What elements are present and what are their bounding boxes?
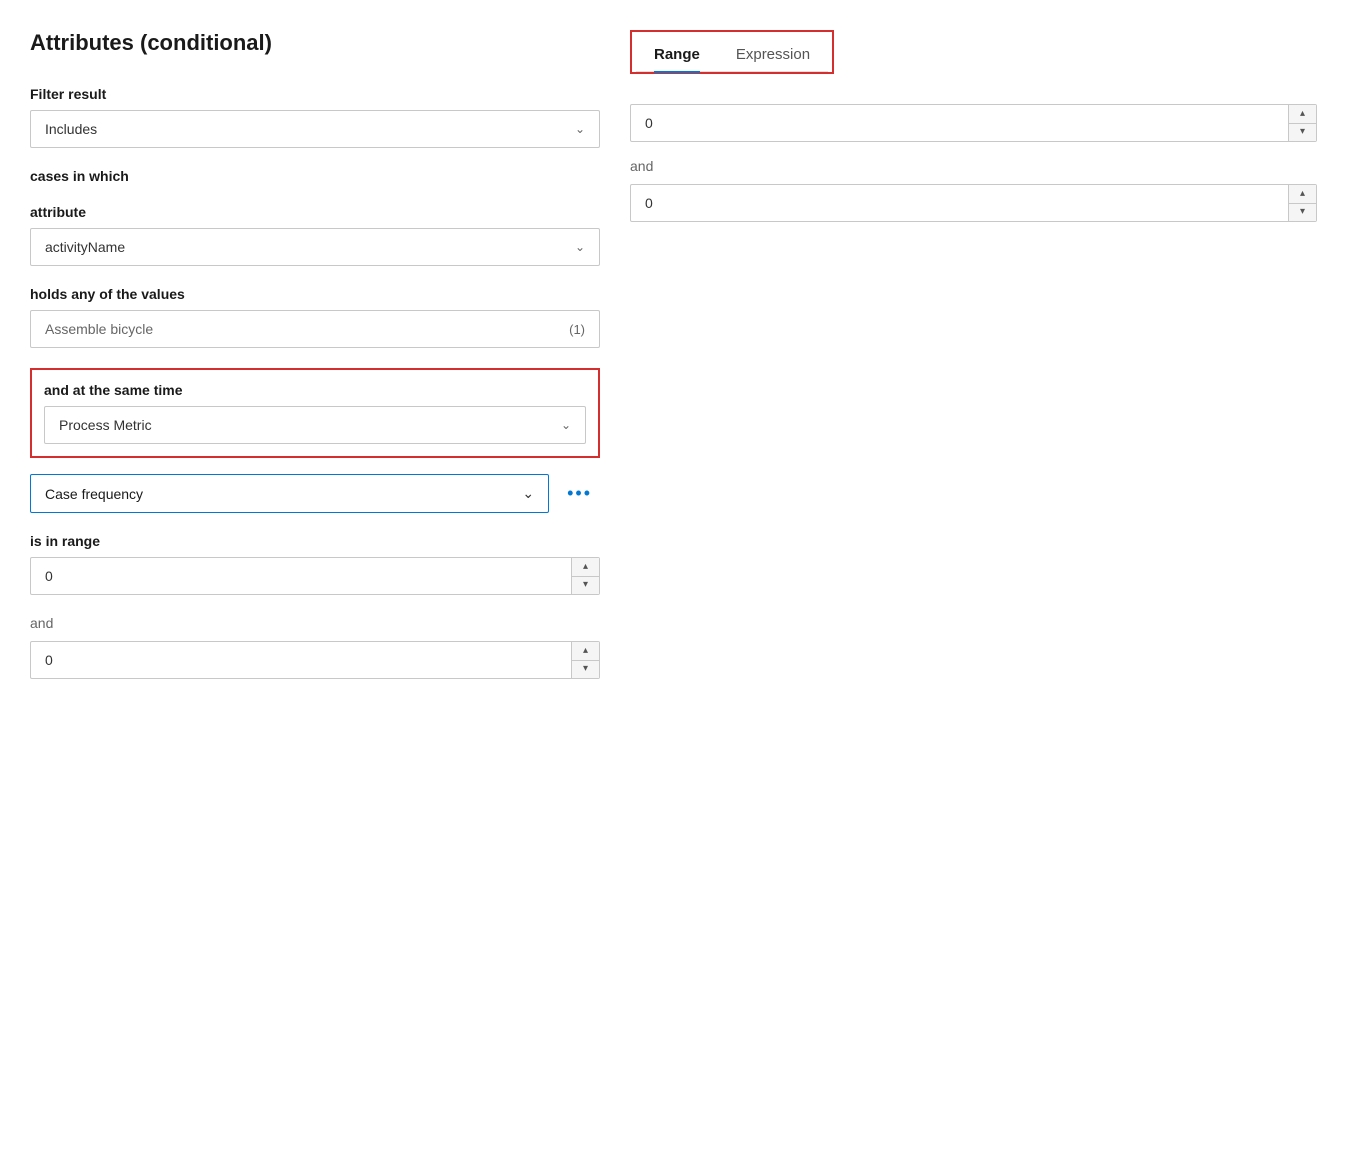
holds-values-field[interactable]: Assemble bicycle (1) [30,310,600,348]
right-range-value2-field: 0 ▴ ▾ [630,184,1317,222]
attribute-section: attribute activityName ⌄ [30,204,600,266]
holds-values-section: holds any of the values Assemble bicycle… [30,286,600,348]
range-value2-field: 0 ▴ ▾ [30,641,600,679]
attribute-value: activityName [45,239,125,255]
right-range-value1-field: 0 ▴ ▾ [630,104,1317,142]
and-same-time-section: and at the same time Process Metric ⌄ [30,368,600,458]
filter-result-label: Filter result [30,86,600,102]
spinner-up-button[interactable]: ▴ [572,558,599,577]
holds-values-value: Assemble bicycle [45,321,153,337]
attribute-label: attribute [30,204,600,220]
more-options-button[interactable]: ••• [559,479,600,508]
process-metric-value: Process Metric [59,417,152,433]
right-spinner-up-button-2[interactable]: ▴ [1289,185,1316,204]
right-spinner-buttons: ▴ ▾ [1288,105,1316,141]
right-and-label: and [630,158,1317,174]
spinner-buttons-2: ▴ ▾ [571,642,599,678]
right-spinner-up-button[interactable]: ▴ [1289,105,1316,124]
chevron-down-icon: ⌄ [522,485,534,502]
range-value2-section: 0 ▴ ▾ [30,641,600,679]
spinner-up-button-2[interactable]: ▴ [572,642,599,661]
holds-values-count: (1) [569,322,585,337]
case-frequency-dropdown[interactable]: Case frequency ⌄ [30,474,549,513]
page-title: Attributes (conditional) [30,30,600,56]
right-range-value2-section: 0 ▴ ▾ [630,184,1317,222]
right-spinner-down-button-2[interactable]: ▾ [1289,204,1316,222]
spinner-down-button-2[interactable]: ▾ [572,661,599,679]
chevron-down-icon: ⌄ [575,240,585,254]
right-spinner-down-button[interactable]: ▾ [1289,124,1316,142]
tabs-container: Range Expression [630,30,834,74]
tab-range[interactable]: Range [636,36,718,71]
range-value2-text: 0 [31,642,571,678]
cases-in-which-label: cases in which [30,168,600,184]
range-value1-field: 0 ▴ ▾ [30,557,600,595]
holds-values-label: holds any of the values [30,286,600,302]
case-frequency-value: Case frequency [45,486,143,502]
and-same-time-label: and at the same time [44,382,586,398]
chevron-down-icon: ⌄ [575,122,585,136]
filter-result-section: Filter result Includes ⌄ [30,86,600,148]
right-range-value2-text: 0 [631,185,1288,221]
spinner-buttons: ▴ ▾ [571,558,599,594]
and-label: and [30,615,600,631]
range-value1-text: 0 [31,558,571,594]
cases-in-which-section: cases in which [30,168,600,184]
is-in-range-section: is in range 0 ▴ ▾ [30,533,600,595]
filter-result-dropdown[interactable]: Includes ⌄ [30,110,600,148]
right-spinner-buttons-2: ▴ ▾ [1288,185,1316,221]
case-frequency-row: Case frequency ⌄ ••• [30,474,600,513]
right-range-value1-text: 0 [631,105,1288,141]
tabs-row: Range Expression [636,36,828,72]
attribute-dropdown[interactable]: activityName ⌄ [30,228,600,266]
left-panel: Attributes (conditional) Filter result I… [30,20,610,1153]
chevron-down-icon: ⌄ [561,418,571,432]
filter-result-value: Includes [45,121,97,137]
is-in-range-label: is in range [30,533,600,549]
right-panel: Range Expression 0 ▴ ▾ and 0 ▴ ▾ [610,20,1337,1153]
right-range-value1-section: 0 ▴ ▾ [630,104,1317,142]
process-metric-dropdown[interactable]: Process Metric ⌄ [44,406,586,444]
tab-expression[interactable]: Expression [718,36,828,71]
spinner-down-button[interactable]: ▾ [572,577,599,595]
